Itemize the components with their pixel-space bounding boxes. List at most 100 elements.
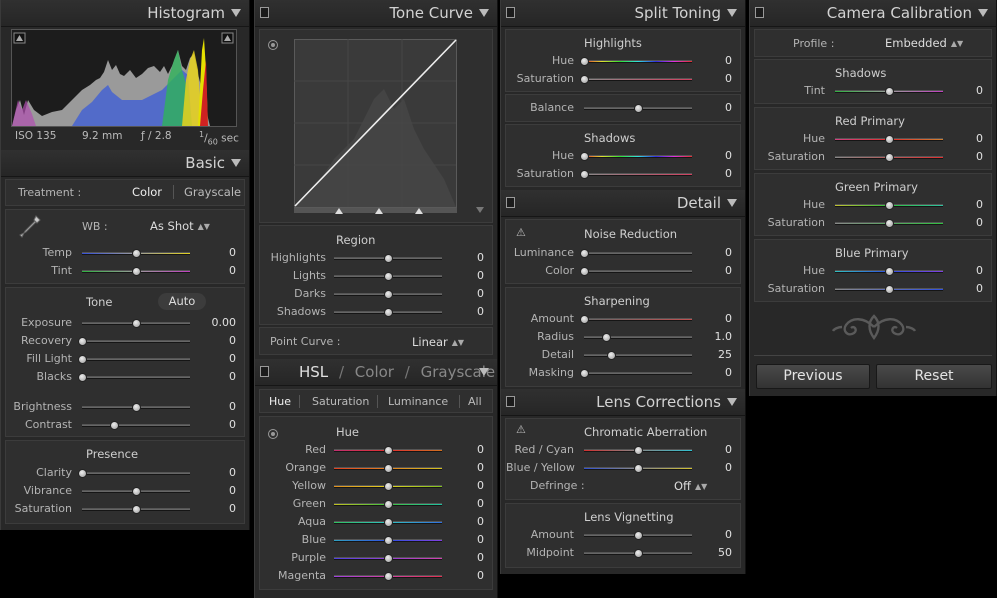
slider-thumb[interactable] [384,518,393,527]
slider-thumb[interactable] [384,290,393,299]
saturation-slider[interactable]: Saturation 0 [755,148,991,166]
target-adjust-icon[interactable] [268,40,278,50]
slider-thumb[interactable] [580,170,589,179]
slider-track[interactable] [584,173,692,176]
slider-value[interactable]: 0 [444,269,484,282]
wb-dropdown[interactable]: As Shot ▲▼ [150,219,210,233]
eyedropper-icon[interactable] [18,214,42,242]
recovery-slider[interactable]: Recovery 0 [6,332,244,350]
saturation-slider[interactable]: Saturation 0 [506,165,740,183]
slider-value[interactable]: 0 [692,149,732,162]
slider-value[interactable]: 1.0 [692,330,733,343]
previous-button[interactable]: Previous [756,364,870,389]
slider-value[interactable]: 25 [692,348,732,361]
aqua-slider[interactable]: Aqua 0 [260,513,492,531]
color-title[interactable]: Color [355,363,394,381]
slider-value[interactable]: 0 [196,466,236,479]
purple-slider[interactable]: Purple 0 [260,549,492,567]
slider-value[interactable]: 0 [943,264,983,277]
highlights-slider[interactable]: Highlights 0 [260,249,492,267]
radius-slider[interactable]: Radius 1.0 [506,328,740,346]
slider-thumb[interactable] [78,355,87,364]
slider-value[interactable]: 0.00 [196,316,237,329]
slider-value[interactable]: 0 [943,132,983,145]
slider-thumb[interactable] [110,421,120,430]
slider-value[interactable]: 0 [196,264,236,277]
slider-value[interactable]: 0 [444,287,484,300]
slider-thumb[interactable] [885,285,894,294]
midpoint-slider[interactable]: Midpoint 50 [506,544,740,562]
slider-thumb[interactable] [384,554,393,563]
tab-all[interactable]: All [468,395,482,408]
tab-luminance[interactable]: Luminance [388,395,448,408]
hue-slider[interactable]: Hue 0 [755,262,991,280]
slider-thumb[interactable] [132,403,141,412]
slider-value[interactable]: 0 [444,569,484,582]
slider-value[interactable]: 0 [196,502,236,515]
shadows-slider[interactable]: Shadows 0 [260,303,492,321]
auto-tone-button[interactable]: Auto [158,293,206,310]
color-slider[interactable]: Color 0 [506,262,740,280]
slider-value[interactable]: 0 [444,251,484,264]
panel-switch-icon[interactable] [506,197,515,208]
slider-value[interactable]: 0 [444,443,484,456]
slider-thumb[interactable] [384,446,393,455]
slider-thumb[interactable] [580,57,589,66]
panel-switch-icon[interactable] [260,7,269,18]
slider-thumb[interactable] [384,254,393,263]
slider-thumb[interactable] [384,536,393,545]
slider-thumb[interactable] [580,75,589,84]
target-adjust-icon[interactable] [268,429,278,439]
slider-track[interactable] [584,318,692,321]
panel-switch-icon[interactable] [506,396,515,407]
slider-value[interactable]: 0 [444,497,484,510]
slider-thumb[interactable] [634,104,643,113]
slider-value[interactable]: 0 [692,461,732,474]
slider-value[interactable]: 0 [196,352,236,365]
curve-expand-icon[interactable] [476,207,484,213]
slider-value[interactable]: 0 [943,84,983,97]
tint-slider[interactable]: Tint 0 [755,82,991,100]
collapse-triangle-icon[interactable] [479,368,489,376]
slider-thumb[interactable] [580,315,589,324]
tone-curve-header[interactable]: Tone Curve [255,0,497,27]
slider-thumb[interactable] [580,249,589,258]
slider-track[interactable] [584,372,692,375]
slider-value[interactable]: 0 [196,400,236,413]
slider-value[interactable]: 0 [692,312,732,325]
slider-value[interactable]: 50 [692,546,732,559]
slider-value[interactable]: 0 [692,443,732,456]
slider-thumb[interactable] [132,267,141,276]
slider-thumb[interactable] [384,572,393,581]
hsl-header[interactable]: HSL / Color / Grayscale [255,359,497,386]
panel-switch-icon[interactable] [755,7,764,18]
slider-thumb[interactable] [580,152,589,161]
slider-thumb[interactable] [580,267,589,276]
clarity-slider[interactable]: Clarity 0 [6,464,244,482]
slider-value[interactable]: 0 [196,418,236,431]
blacks-slider[interactable]: Blacks 0 [6,368,244,386]
slider-value[interactable]: 0 [692,54,732,67]
slider-value[interactable]: 0 [196,334,236,347]
slider-thumb[interactable] [885,153,894,162]
slider-thumb[interactable] [384,482,393,491]
red-slider[interactable]: Red 0 [260,441,492,459]
detail-slider[interactable]: Detail 25 [506,346,740,364]
panel-switch-icon[interactable] [506,7,515,18]
hsl-title[interactable]: HSL [299,363,328,381]
collapse-triangle-icon[interactable] [231,9,241,17]
masking-slider[interactable]: Masking 0 [506,364,740,382]
slider-track[interactable] [584,252,692,255]
slider-value[interactable]: 0 [444,479,484,492]
slider-thumb[interactable] [634,549,643,558]
detail-header[interactable]: Detail [501,190,745,217]
slider-thumb[interactable] [384,500,393,509]
slider-value[interactable]: 0 [692,167,732,180]
slider-thumb[interactable] [634,531,643,540]
tint-slider[interactable]: Tint 0 [6,262,244,280]
slider-value[interactable]: 0 [196,370,236,383]
contrast-slider[interactable]: Contrast 0 [6,416,244,434]
slider-track[interactable] [82,376,190,379]
slider-value[interactable]: 0 [196,484,236,497]
slider-track[interactable] [584,155,692,158]
